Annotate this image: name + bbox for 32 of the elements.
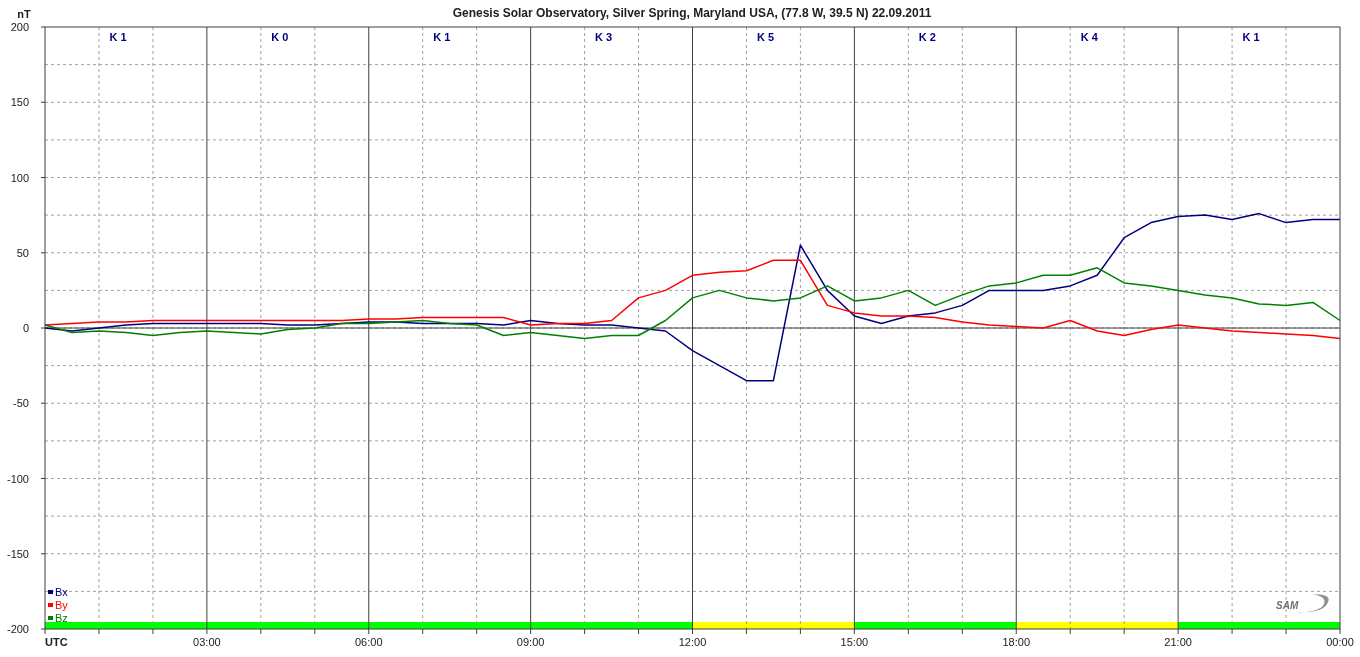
x-tick-label: 21:00 xyxy=(1164,636,1192,648)
y-tick-label: -50 xyxy=(13,397,29,410)
k-index-label: K 1 xyxy=(1242,31,1260,43)
y-tick-label: 200 xyxy=(10,21,29,33)
y-tick-label: -100 xyxy=(6,472,29,485)
y-tick-label: -200 xyxy=(6,623,29,635)
x-tick-label: 12:00 xyxy=(678,636,707,648)
x-axis-label: UTC xyxy=(45,636,68,648)
legend-label: Bz xyxy=(55,612,68,624)
x-tick-label: 15:00 xyxy=(840,636,869,648)
x-tick-label: 00:00 xyxy=(1326,636,1354,648)
k-index-label: K 1 xyxy=(433,31,451,43)
x-tick-label: 18:00 xyxy=(1002,636,1030,648)
k-index-label: K 0 xyxy=(271,31,289,43)
y-axis-label: nT xyxy=(17,8,31,20)
chart-title: Genesis Solar Observatory, Silver Spring, Maryland USA, (77.8 W, 39.5 N) 22.09.2011 xyxy=(452,6,932,20)
y-tick-label: 100 xyxy=(10,171,29,184)
x-tick-label: 03:00 xyxy=(193,636,221,648)
k-index-label: K 2 xyxy=(918,31,936,43)
y-tick-label: 150 xyxy=(10,96,29,109)
x-tick-label: 09:00 xyxy=(516,636,545,648)
k-index-label: K 4 xyxy=(1080,31,1098,43)
y-tick-label: 50 xyxy=(16,246,29,259)
legend-label: Bx xyxy=(55,586,68,598)
k-index-label: K 3 xyxy=(595,31,613,43)
y-tick-label: 0 xyxy=(22,322,29,334)
logo: SAM xyxy=(1276,594,1329,613)
y-tick-label: -150 xyxy=(6,547,29,560)
x-tick-label: 06:00 xyxy=(355,636,383,648)
k-index-label: K 1 xyxy=(109,31,127,43)
k-index-label: K 5 xyxy=(756,31,774,43)
legend-label: By xyxy=(55,599,68,611)
